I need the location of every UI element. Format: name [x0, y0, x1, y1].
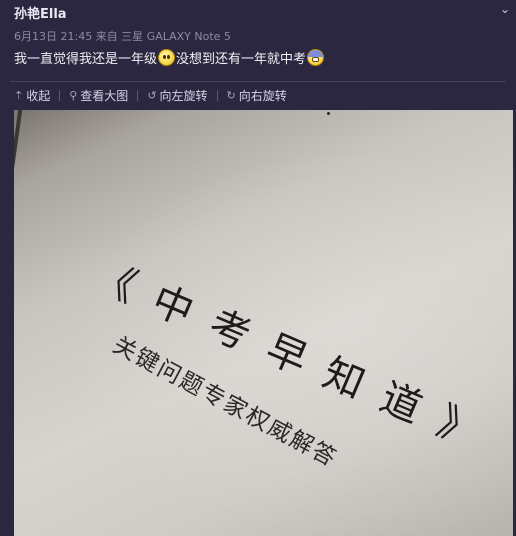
- username[interactable]: 孙艳Ella: [14, 6, 516, 24]
- post-meta: 6月13日 21:45 来自 三星 GALAXY Note 5: [14, 30, 231, 43]
- collapse-arrow-icon: ⇡: [14, 88, 24, 102]
- rotate-right-icon: ↻: [226, 88, 236, 102]
- chevron-down-icon[interactable]: ⌄: [500, 2, 510, 16]
- rotate-right-button[interactable]: ↻ 向右旋转: [227, 87, 287, 104]
- post-text: 我一直觉得我还是一年级 没想到还有一年就中考: [14, 49, 516, 69]
- toolbar-separator: [216, 89, 218, 101]
- rotate-left-icon: ↺: [147, 88, 157, 102]
- toolbar-separator: [59, 89, 61, 101]
- magnifier-icon: ⚲: [69, 88, 78, 102]
- collapse-label: 收起: [26, 88, 51, 103]
- sweat-face-icon: [307, 49, 325, 66]
- rotate-right-label: 向右旋转: [238, 88, 287, 103]
- post-text-part1: 我一直觉得我还是一年级: [14, 52, 158, 67]
- post-photo[interactable]: 《中考早知道》 关键问题专家权威解答: [14, 110, 513, 536]
- view-large-label: 查看大图: [80, 88, 129, 103]
- toolbar-separator: [137, 89, 139, 101]
- view-large-button[interactable]: ⚲ 查看大图: [69, 87, 128, 104]
- post-text-part2: 没想到还有一年就中考: [176, 52, 307, 67]
- rotate-left-label: 向左旋转: [159, 88, 208, 103]
- divider: [10, 81, 506, 82]
- rotate-left-button[interactable]: ↺ 向左旋转: [147, 87, 207, 104]
- photo-speck: [327, 112, 330, 115]
- post-header: 孙艳Ella 6月13日 21:45 来自 三星 GALAXY Note 5 我…: [14, 6, 516, 69]
- collapse-button[interactable]: ⇡ 收起: [14, 87, 50, 104]
- image-toolbar: ⇡ 收起 ⚲ 查看大图 ↺ 向左旋转 ↻ 向右旋转: [14, 87, 287, 103]
- confused-face-icon: [158, 49, 176, 66]
